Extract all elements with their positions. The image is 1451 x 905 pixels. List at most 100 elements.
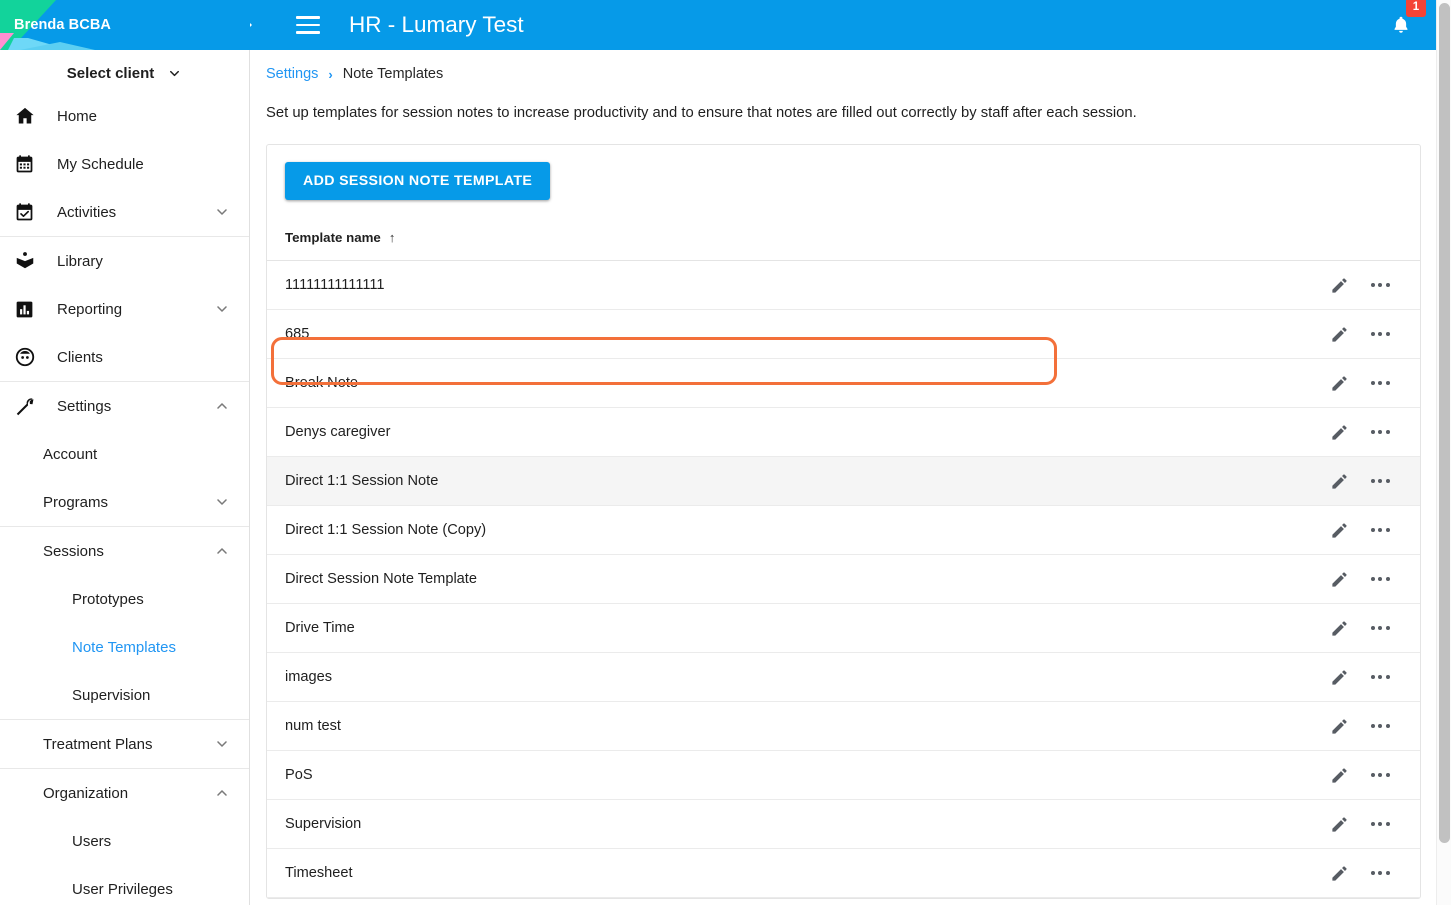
pencil-edit-icon[interactable] <box>1327 371 1351 395</box>
pencil-edit-icon[interactable] <box>1327 812 1351 836</box>
pencil-edit-icon[interactable] <box>1327 714 1351 738</box>
sidebar-item-supervision[interactable]: Supervision <box>0 671 249 719</box>
app-title: HR - Lumary Test <box>349 12 524 37</box>
pencil-edit-icon[interactable] <box>1327 518 1351 542</box>
more-options-icon[interactable] <box>1368 322 1392 346</box>
sidebar-item-note-templates[interactable]: Note Templates <box>0 623 249 671</box>
sessions-group: Sessions Prototypes Note Templates Super… <box>0 527 249 720</box>
chevron-right-icon: › <box>328 66 333 82</box>
table-row[interactable]: Direct Session Note Template <box>267 555 1420 604</box>
note-templates-table-body: 11111111111111 685 Break Note Denys caregiv… <box>267 261 1420 898</box>
pencil-edit-icon[interactable] <box>1327 861 1351 885</box>
sidebar-navigation: Select client Home My Schedule Activitie… <box>0 50 250 905</box>
sidebar-item-label: Prototypes <box>72 590 144 608</box>
pencil-edit-icon[interactable] <box>1327 322 1351 346</box>
bar-chart-icon <box>14 297 44 321</box>
chevron-up-icon[interactable] <box>213 542 231 560</box>
table-row[interactable]: Denys caregiver <box>267 408 1420 457</box>
more-options-icon[interactable] <box>1368 371 1392 395</box>
sidebar-item-programs[interactable]: Programs <box>0 478 249 526</box>
sidebar-item-label: Sessions <box>43 542 104 560</box>
sidebar-item-label: Reporting <box>57 300 123 318</box>
template-name-cell: PoS <box>285 767 313 783</box>
page-scrollbar-track[interactable] <box>1436 0 1451 905</box>
more-options-icon[interactable] <box>1368 763 1392 787</box>
sidebar-item-activities[interactable]: Activities <box>0 188 249 236</box>
more-options-icon[interactable] <box>1368 812 1392 836</box>
chevron-down-icon[interactable] <box>213 735 231 753</box>
chevron-down-icon[interactable] <box>213 493 231 511</box>
sidebar-item-account[interactable]: Account <box>0 430 249 478</box>
table-row[interactable]: Supervision <box>267 800 1420 849</box>
table-header-row: Template name ↑ <box>267 214 1420 261</box>
row-actions <box>1327 371 1392 395</box>
sidebar-item-user-privileges[interactable]: User Privileges <box>0 865 249 905</box>
more-options-icon[interactable] <box>1368 567 1392 591</box>
sidebar-item-prototypes[interactable]: Prototypes <box>0 575 249 623</box>
add-session-note-template-button[interactable]: ADD SESSION NOTE TEMPLATE <box>285 162 551 200</box>
calendar-icon <box>14 152 44 176</box>
chevron-down-icon[interactable] <box>213 203 231 221</box>
brand-zone: Brenda BCBA <box>0 0 250 50</box>
sidebar-item-reporting[interactable]: Reporting <box>0 285 249 333</box>
chevron-down-icon[interactable] <box>213 300 231 318</box>
notifications-button[interactable]: 1 <box>1384 0 1426 45</box>
sidebar-item-sessions[interactable]: Sessions <box>0 527 249 575</box>
hamburger-bar <box>296 31 320 34</box>
table-row[interactable]: PoS <box>267 751 1420 800</box>
more-options-icon[interactable] <box>1368 420 1392 444</box>
hamburger-menu-button[interactable] <box>286 3 330 47</box>
sidebar-item-library[interactable]: Library <box>0 237 249 285</box>
sidebar-item-organization[interactable]: Organization <box>0 769 249 817</box>
pencil-edit-icon[interactable] <box>1327 616 1351 640</box>
more-options-icon[interactable] <box>1368 469 1392 493</box>
sidebar-item-label: Users <box>72 832 112 850</box>
more-options-icon[interactable] <box>1368 861 1392 885</box>
page-scrollbar-thumb[interactable] <box>1439 3 1450 843</box>
sidebar-item-settings[interactable]: Settings <box>0 382 249 430</box>
pencil-edit-icon[interactable] <box>1327 763 1351 787</box>
more-options-icon[interactable] <box>1368 714 1392 738</box>
pencil-edit-icon[interactable] <box>1327 273 1351 297</box>
row-actions <box>1327 322 1392 346</box>
home-icon <box>14 104 44 128</box>
template-name-cell: Supervision <box>285 816 362 832</box>
sidebar-item-label: Note Templates <box>72 638 176 656</box>
pencil-edit-icon[interactable] <box>1327 567 1351 591</box>
sidebar-item-label: Account <box>43 445 98 463</box>
table-row[interactable]: num test <box>267 702 1420 751</box>
pencil-edit-icon[interactable] <box>1327 420 1351 444</box>
more-options-icon[interactable] <box>1368 665 1392 689</box>
select-client-dropdown[interactable]: Select client <box>0 50 249 92</box>
sidebar-item-home[interactable]: Home <box>0 92 249 140</box>
breadcrumb-link-settings[interactable]: Settings <box>266 66 318 82</box>
pencil-edit-icon[interactable] <box>1327 665 1351 689</box>
chevron-up-icon[interactable] <box>213 784 231 802</box>
sidebar-item-treatment-plans[interactable]: Treatment Plans <box>0 720 249 768</box>
sidebar-item-my-schedule[interactable]: My Schedule <box>0 140 249 188</box>
more-options-icon[interactable] <box>1368 518 1392 542</box>
table-row[interactable]: 685 <box>267 310 1420 359</box>
nav-group-secondary: Library Reporting Clients <box>0 237 249 382</box>
wrench-icon <box>14 394 44 418</box>
row-actions <box>1327 273 1392 297</box>
table-row[interactable]: 11111111111111 <box>267 261 1420 310</box>
more-options-icon[interactable] <box>1368 273 1392 297</box>
template-name-cell: Direct Session Note Template <box>285 571 477 587</box>
table-row[interactable]: Timesheet <box>267 849 1420 898</box>
table-row[interactable]: Direct 1:1 Session Note <box>267 457 1420 506</box>
table-row[interactable]: Direct 1:1 Session Note (Copy) <box>267 506 1420 555</box>
table-row[interactable]: Drive Time <box>267 604 1420 653</box>
template-name-cell: Drive Time <box>285 620 355 636</box>
table-row[interactable]: images <box>267 653 1420 702</box>
sidebar-item-users[interactable]: Users <box>0 817 249 865</box>
sidebar-item-clients[interactable]: Clients <box>0 333 249 381</box>
column-header-template-name[interactable]: Template name ↑ <box>285 230 395 245</box>
sidebar-item-label: Programs <box>43 493 109 511</box>
chevron-up-icon[interactable] <box>213 397 231 415</box>
sidebar-item-label: User Privileges <box>72 880 173 898</box>
table-row[interactable]: Break Note <box>267 359 1420 408</box>
more-options-icon[interactable] <box>1368 616 1392 640</box>
pencil-edit-icon[interactable] <box>1327 469 1351 493</box>
breadcrumb: Settings › Note Templates <box>251 50 1436 82</box>
